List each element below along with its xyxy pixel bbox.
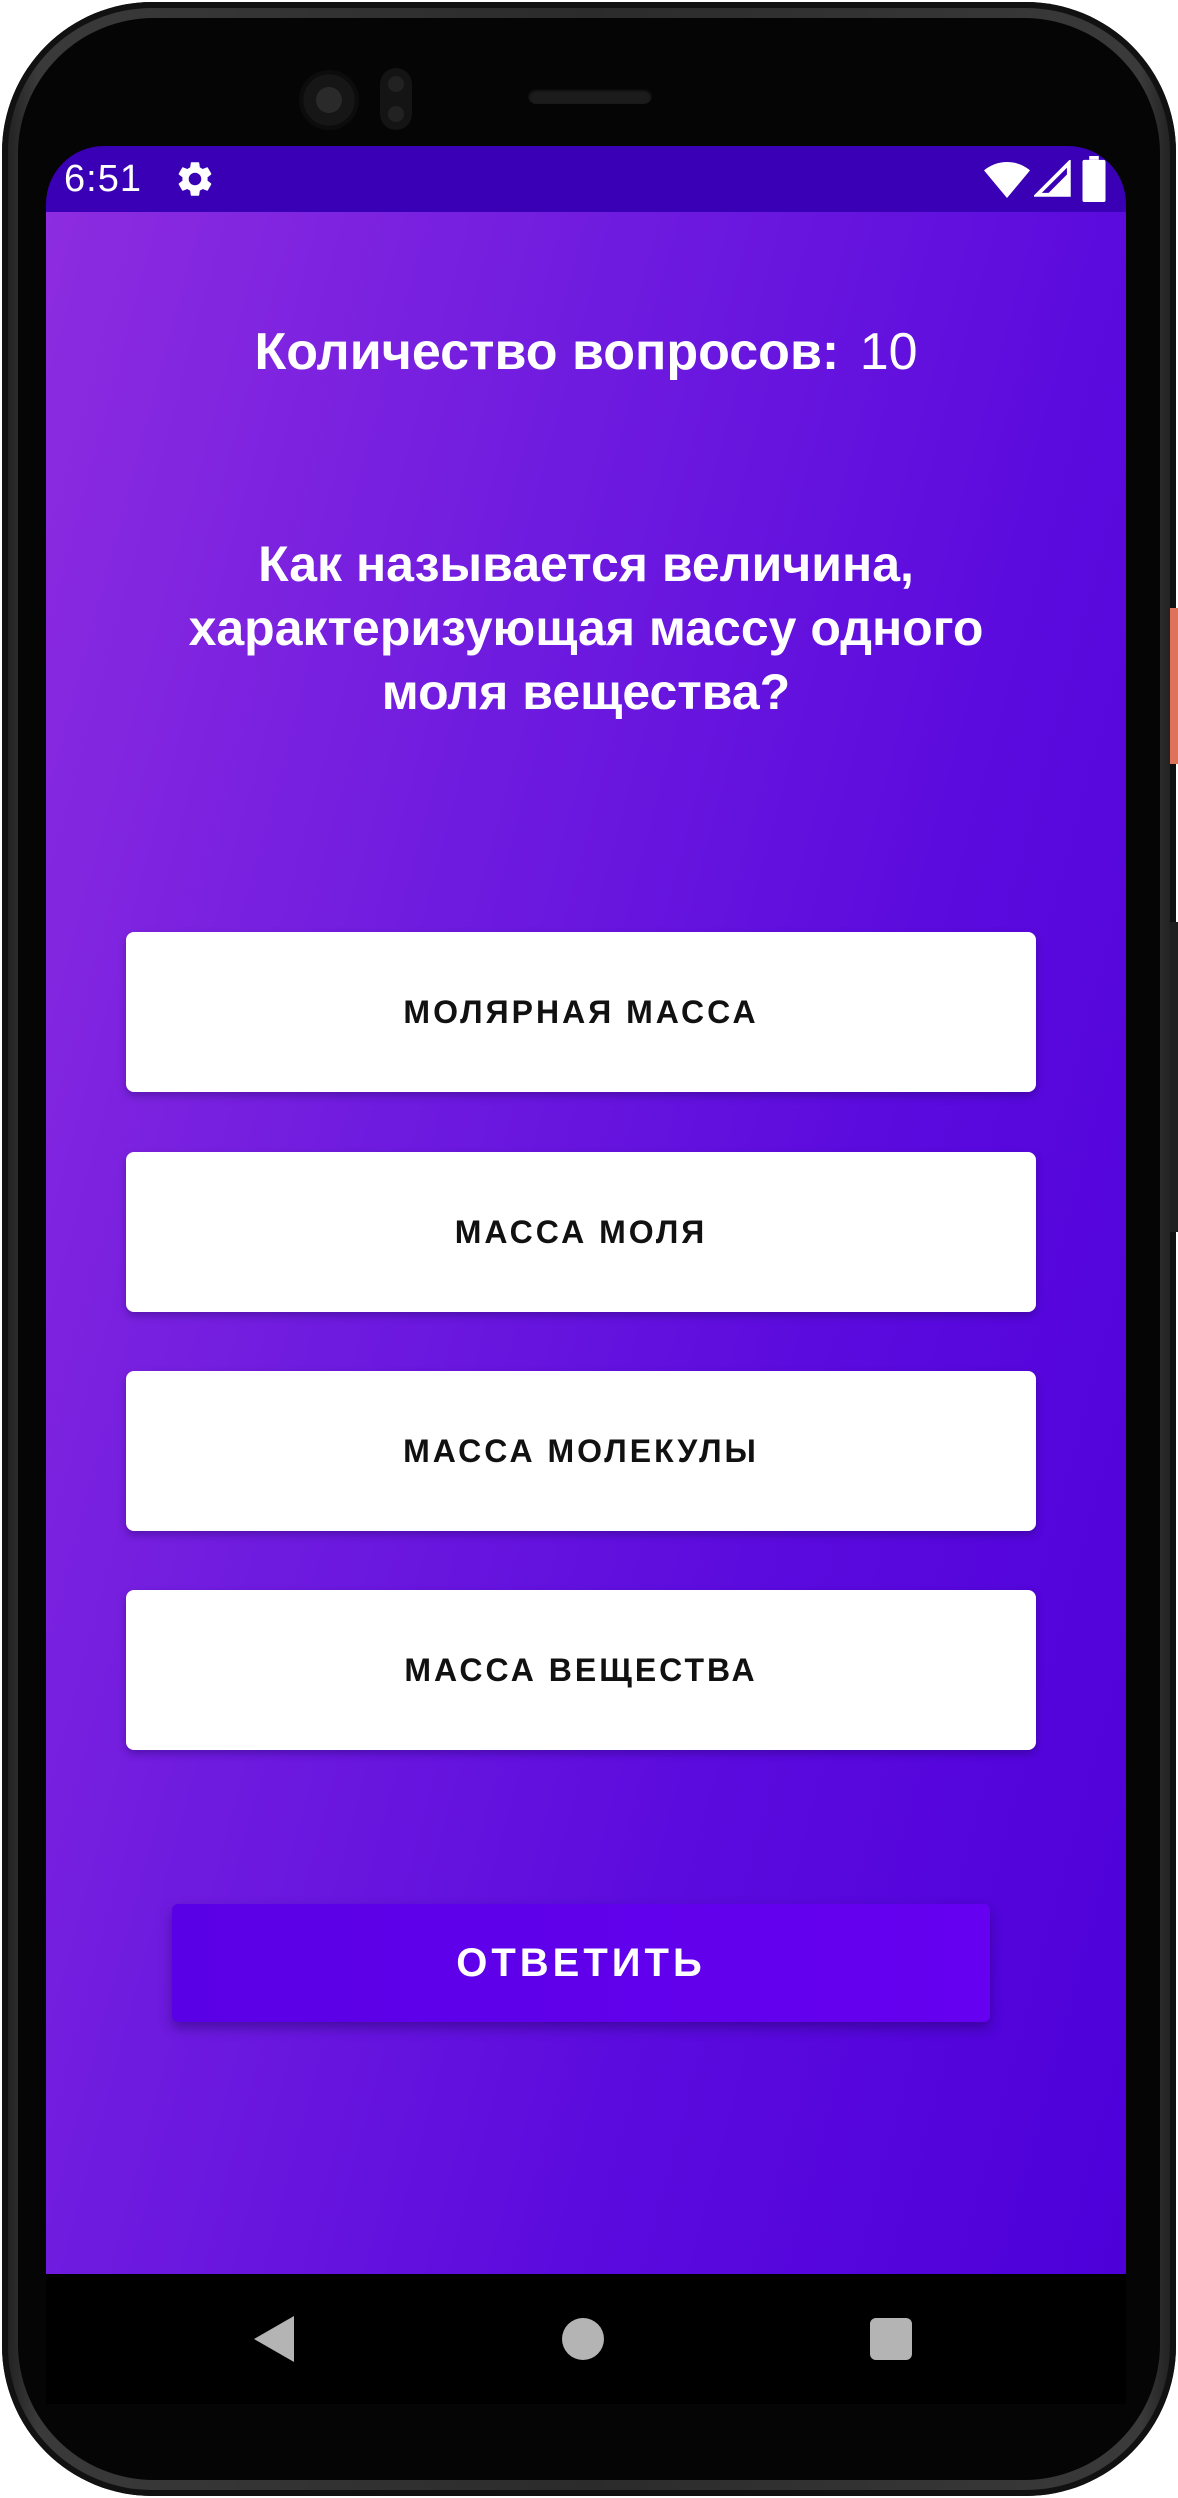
answer-option-2[interactable]: МАССА МОЛЯ [126,1152,1036,1312]
answer-option-4[interactable]: МАССА ВЕЩЕСТВА [126,1590,1036,1750]
earpiece-speaker [528,88,652,104]
screen: 6:51 Количество вопросов: 10 Как называе… [46,146,1126,2294]
front-camera [299,70,359,130]
back-icon[interactable] [250,2314,296,2364]
question-count: Количество вопросов: 10 [46,320,1126,384]
recents-icon[interactable] [870,2318,912,2360]
question-count-value: 10 [859,323,918,381]
quiz-screen: Количество вопросов: 10 Как называется в… [46,212,1126,2294]
answer-option-3[interactable]: МАССА МОЛЕКУЛЫ [126,1371,1036,1531]
question-text: Как называется величина, характеризующая… [188,536,984,720]
home-icon[interactable] [562,2318,604,2360]
submit-answer-button[interactable]: ОТВЕТИТЬ [172,1904,990,2022]
question-count-label: Количество вопросов: [254,323,840,381]
system-navigation-bar [46,2274,1126,2404]
power-button [1170,608,1178,764]
wifi-icon [984,162,1030,198]
proximity-sensor [380,68,412,130]
volume-button [1170,922,1178,1232]
battery-icon [1082,156,1106,202]
status-time: 6:51 [64,158,142,200]
gear-icon [178,162,212,196]
status-bar: 6:51 [46,146,1126,212]
signal-icon [1034,160,1071,197]
answer-option-1[interactable]: МОЛЯРНАЯ МАССА [126,932,1036,1092]
